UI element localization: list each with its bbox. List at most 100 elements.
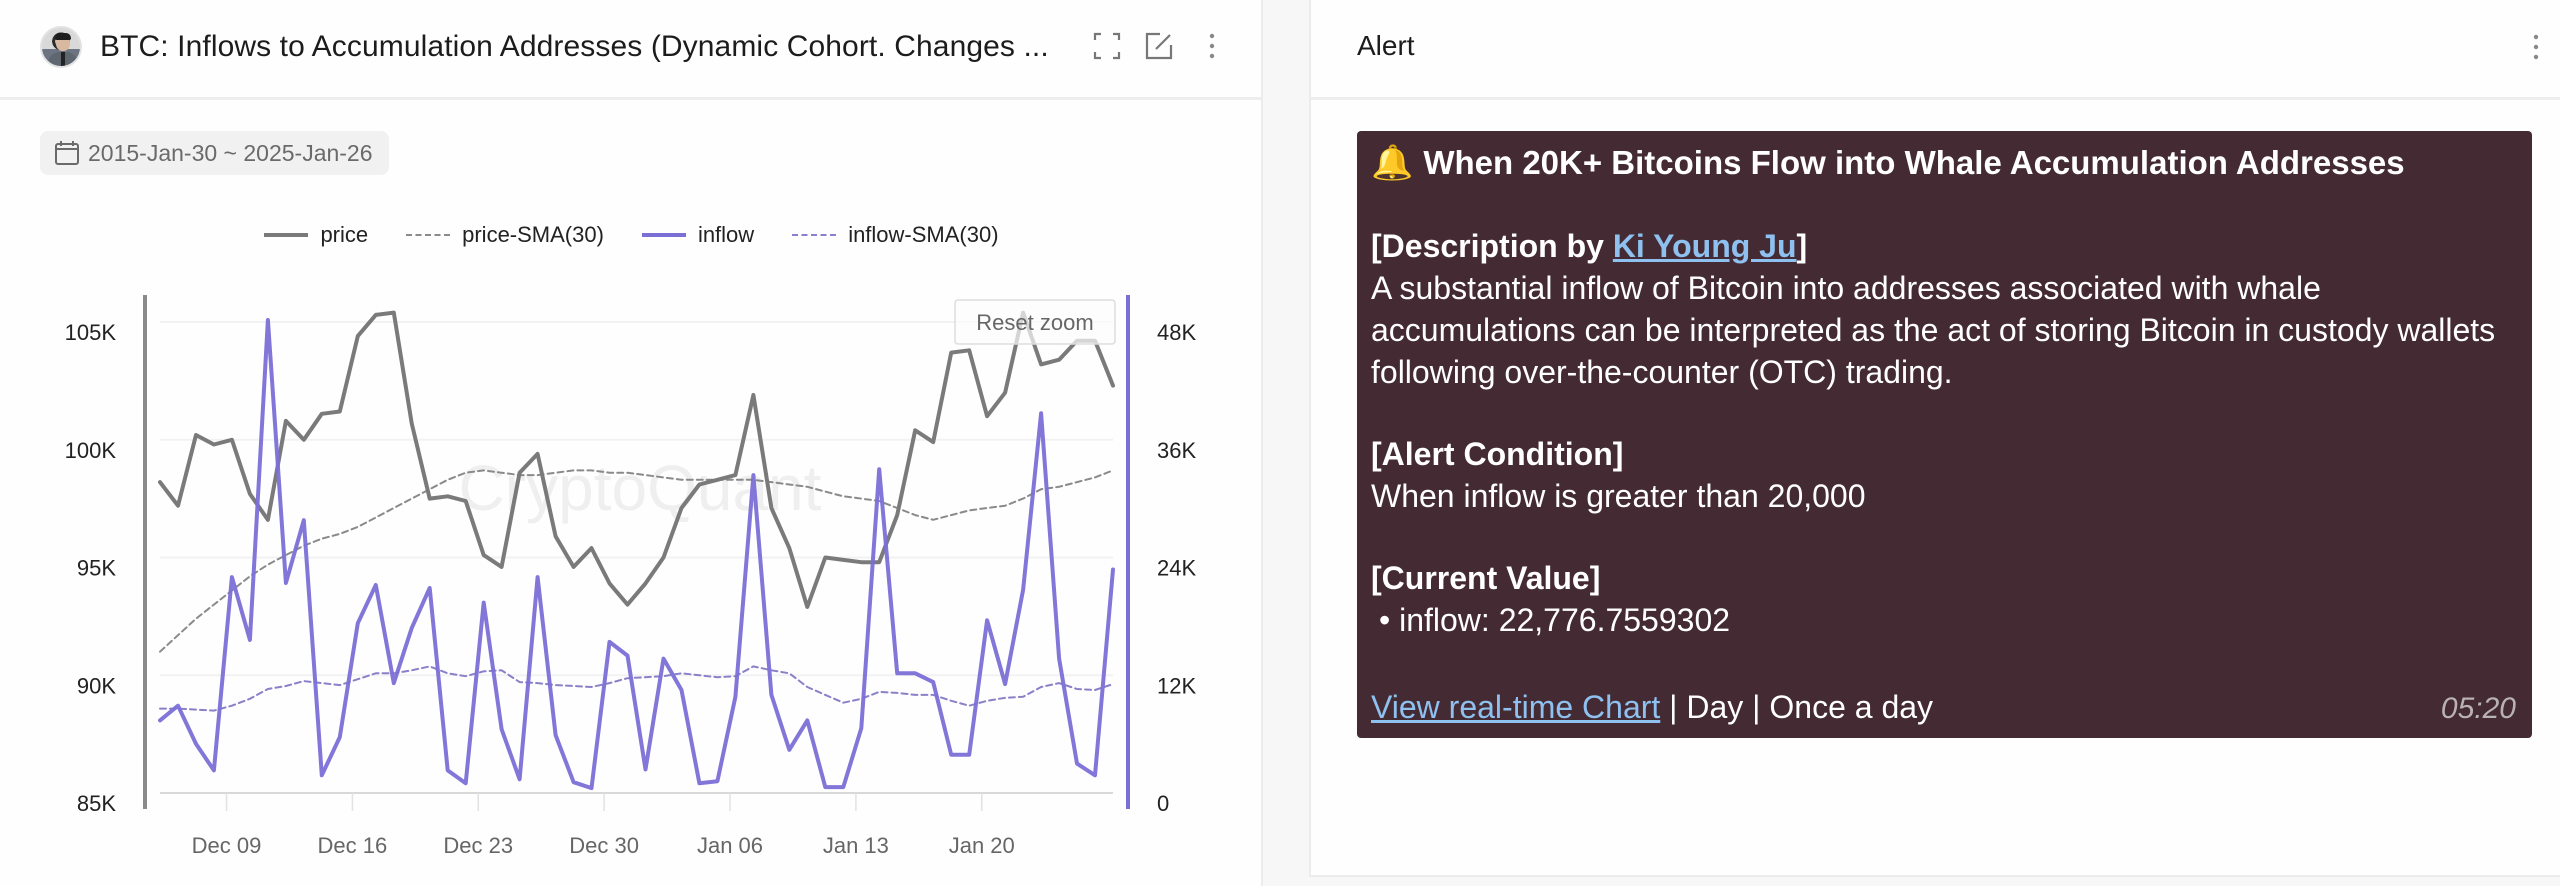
- data-point-price-sma-30[interactable]: [930, 517, 936, 523]
- data-point-inflow[interactable]: [1002, 681, 1008, 687]
- legend-item-price[interactable]: price: [264, 222, 368, 248]
- data-point-price-sma-30[interactable]: [589, 467, 595, 473]
- data-point-price[interactable]: [966, 347, 972, 353]
- data-point-price-sma-30[interactable]: [912, 512, 918, 518]
- open-external-icon[interactable]: [1144, 31, 1174, 61]
- data-point-price-sma-30[interactable]: [445, 477, 451, 483]
- data-point-price-sma-30[interactable]: [319, 536, 325, 542]
- data-point-price[interactable]: [858, 559, 864, 565]
- data-point-inflow[interactable]: [948, 752, 954, 758]
- data-point-inflow[interactable]: [732, 694, 738, 700]
- data-point-price-sma-30[interactable]: [535, 472, 541, 478]
- data-point-inflow[interactable]: [822, 784, 828, 790]
- data-point-price[interactable]: [499, 564, 505, 570]
- data-point-price-sma-30[interactable]: [1020, 496, 1026, 502]
- data-point-inflow-sma-30[interactable]: [589, 684, 595, 690]
- data-point-price-sma-30[interactable]: [571, 467, 577, 473]
- data-point-price-sma-30[interactable]: [1074, 479, 1080, 485]
- data-point-price[interactable]: [355, 333, 361, 339]
- data-point-price[interactable]: [1038, 361, 1044, 367]
- data-point-price[interactable]: [984, 413, 990, 419]
- data-point-inflow[interactable]: [373, 582, 379, 588]
- author-avatar[interactable]: [40, 26, 82, 68]
- data-point-inflow-sma-30[interactable]: [876, 689, 882, 695]
- data-point-inflow[interactable]: [750, 472, 756, 478]
- data-point-inflow-sma-30[interactable]: [265, 686, 271, 692]
- data-point-price-sma-30[interactable]: [948, 512, 954, 518]
- data-point-price[interactable]: [714, 477, 720, 483]
- data-point-price-sma-30[interactable]: [822, 489, 828, 495]
- data-point-price[interactable]: [283, 418, 289, 424]
- data-point-inflow[interactable]: [1092, 772, 1098, 778]
- data-point-price-sma-30[interactable]: [804, 484, 810, 490]
- data-point-price[interactable]: [768, 505, 774, 511]
- data-point-price-sma-30[interactable]: [463, 470, 469, 476]
- data-point-inflow-sma-30[interactable]: [355, 676, 361, 682]
- data-point-inflow[interactable]: [499, 726, 505, 732]
- legend-item-price-sma[interactable]: price-SMA(30): [406, 222, 604, 248]
- more-vertical-icon[interactable]: [1197, 31, 1227, 61]
- data-point-inflow[interactable]: [553, 732, 559, 738]
- data-point-price[interactable]: [1110, 383, 1116, 389]
- data-point-inflow-sma-30[interactable]: [984, 698, 990, 704]
- more-vertical-icon[interactable]: [2521, 32, 2551, 62]
- data-point-inflow[interactable]: [229, 574, 235, 580]
- data-point-price[interactable]: [247, 491, 253, 497]
- data-point-price[interactable]: [463, 498, 469, 504]
- data-point-inflow[interactable]: [391, 680, 397, 686]
- data-point-inflow[interactable]: [1020, 587, 1026, 593]
- data-point-inflow-sma-30[interactable]: [301, 678, 307, 684]
- data-point-inflow[interactable]: [301, 517, 307, 523]
- data-point-inflow[interactable]: [894, 670, 900, 676]
- data-point-inflow[interactable]: [175, 703, 181, 709]
- data-point-inflow-sma-30[interactable]: [750, 663, 756, 669]
- data-point-inflow[interactable]: [481, 600, 487, 606]
- data-point-inflow[interactable]: [211, 767, 217, 773]
- data-point-inflow[interactable]: [427, 585, 433, 591]
- data-point-inflow[interactable]: [876, 466, 882, 472]
- data-point-price[interactable]: [373, 312, 379, 318]
- data-point-price[interactable]: [750, 392, 756, 398]
- data-point-price-sma-30[interactable]: [481, 467, 487, 473]
- data-point-price-sma-30[interactable]: [1056, 484, 1062, 490]
- data-point-price-sma-30[interactable]: [625, 470, 631, 476]
- data-point-price[interactable]: [517, 470, 523, 476]
- data-point-price[interactable]: [661, 555, 667, 561]
- data-point-inflow-sma-30[interactable]: [445, 670, 451, 676]
- data-point-price-sma-30[interactable]: [643, 472, 649, 478]
- data-point-inflow[interactable]: [517, 776, 523, 782]
- data-point-price[interactable]: [571, 564, 577, 570]
- data-point-inflow-sma-30[interactable]: [1110, 681, 1116, 687]
- data-point-inflow[interactable]: [858, 725, 864, 731]
- data-point-price-sma-30[interactable]: [984, 505, 990, 511]
- data-point-price[interactable]: [948, 350, 954, 356]
- data-point-inflow-sma-30[interactable]: [517, 679, 523, 685]
- data-point-price-sma-30[interactable]: [553, 470, 559, 476]
- data-point-inflow[interactable]: [157, 717, 163, 723]
- data-point-inflow[interactable]: [1056, 656, 1062, 662]
- data-point-price-sma-30[interactable]: [1002, 503, 1008, 509]
- data-point-inflow-sma-30[interactable]: [786, 670, 792, 676]
- view-chart-link[interactable]: View real-time Chart: [1371, 689, 1660, 725]
- data-point-inflow[interactable]: [463, 780, 469, 786]
- data-point-inflow-sma-30[interactable]: [481, 668, 487, 674]
- data-point-inflow-sma-30[interactable]: [1002, 695, 1008, 701]
- data-point-inflow[interactable]: [1074, 761, 1080, 767]
- data-point-inflow-sma-30[interactable]: [283, 683, 289, 689]
- data-point-price[interactable]: [427, 496, 433, 502]
- data-point-price[interactable]: [1002, 390, 1008, 396]
- data-point-price[interactable]: [912, 427, 918, 433]
- data-point-price[interactable]: [589, 545, 595, 551]
- data-point-inflow-sma-30[interactable]: [553, 682, 559, 688]
- series-line-inflow[interactable]: [158, 318, 1115, 791]
- data-point-inflow-sma-30[interactable]: [247, 696, 253, 702]
- data-point-price[interactable]: [535, 451, 541, 457]
- data-point-inflow[interactable]: [912, 670, 918, 676]
- data-point-inflow-sma-30[interactable]: [157, 706, 163, 712]
- data-point-price[interactable]: [732, 472, 738, 478]
- data-point-inflow[interactable]: [337, 734, 343, 740]
- data-point-inflow-sma-30[interactable]: [1038, 684, 1044, 690]
- data-point-inflow[interactable]: [1038, 410, 1044, 416]
- legend-item-inflow-sma[interactable]: inflow-SMA(30): [792, 222, 999, 248]
- data-point-inflow-sma-30[interactable]: [463, 673, 469, 679]
